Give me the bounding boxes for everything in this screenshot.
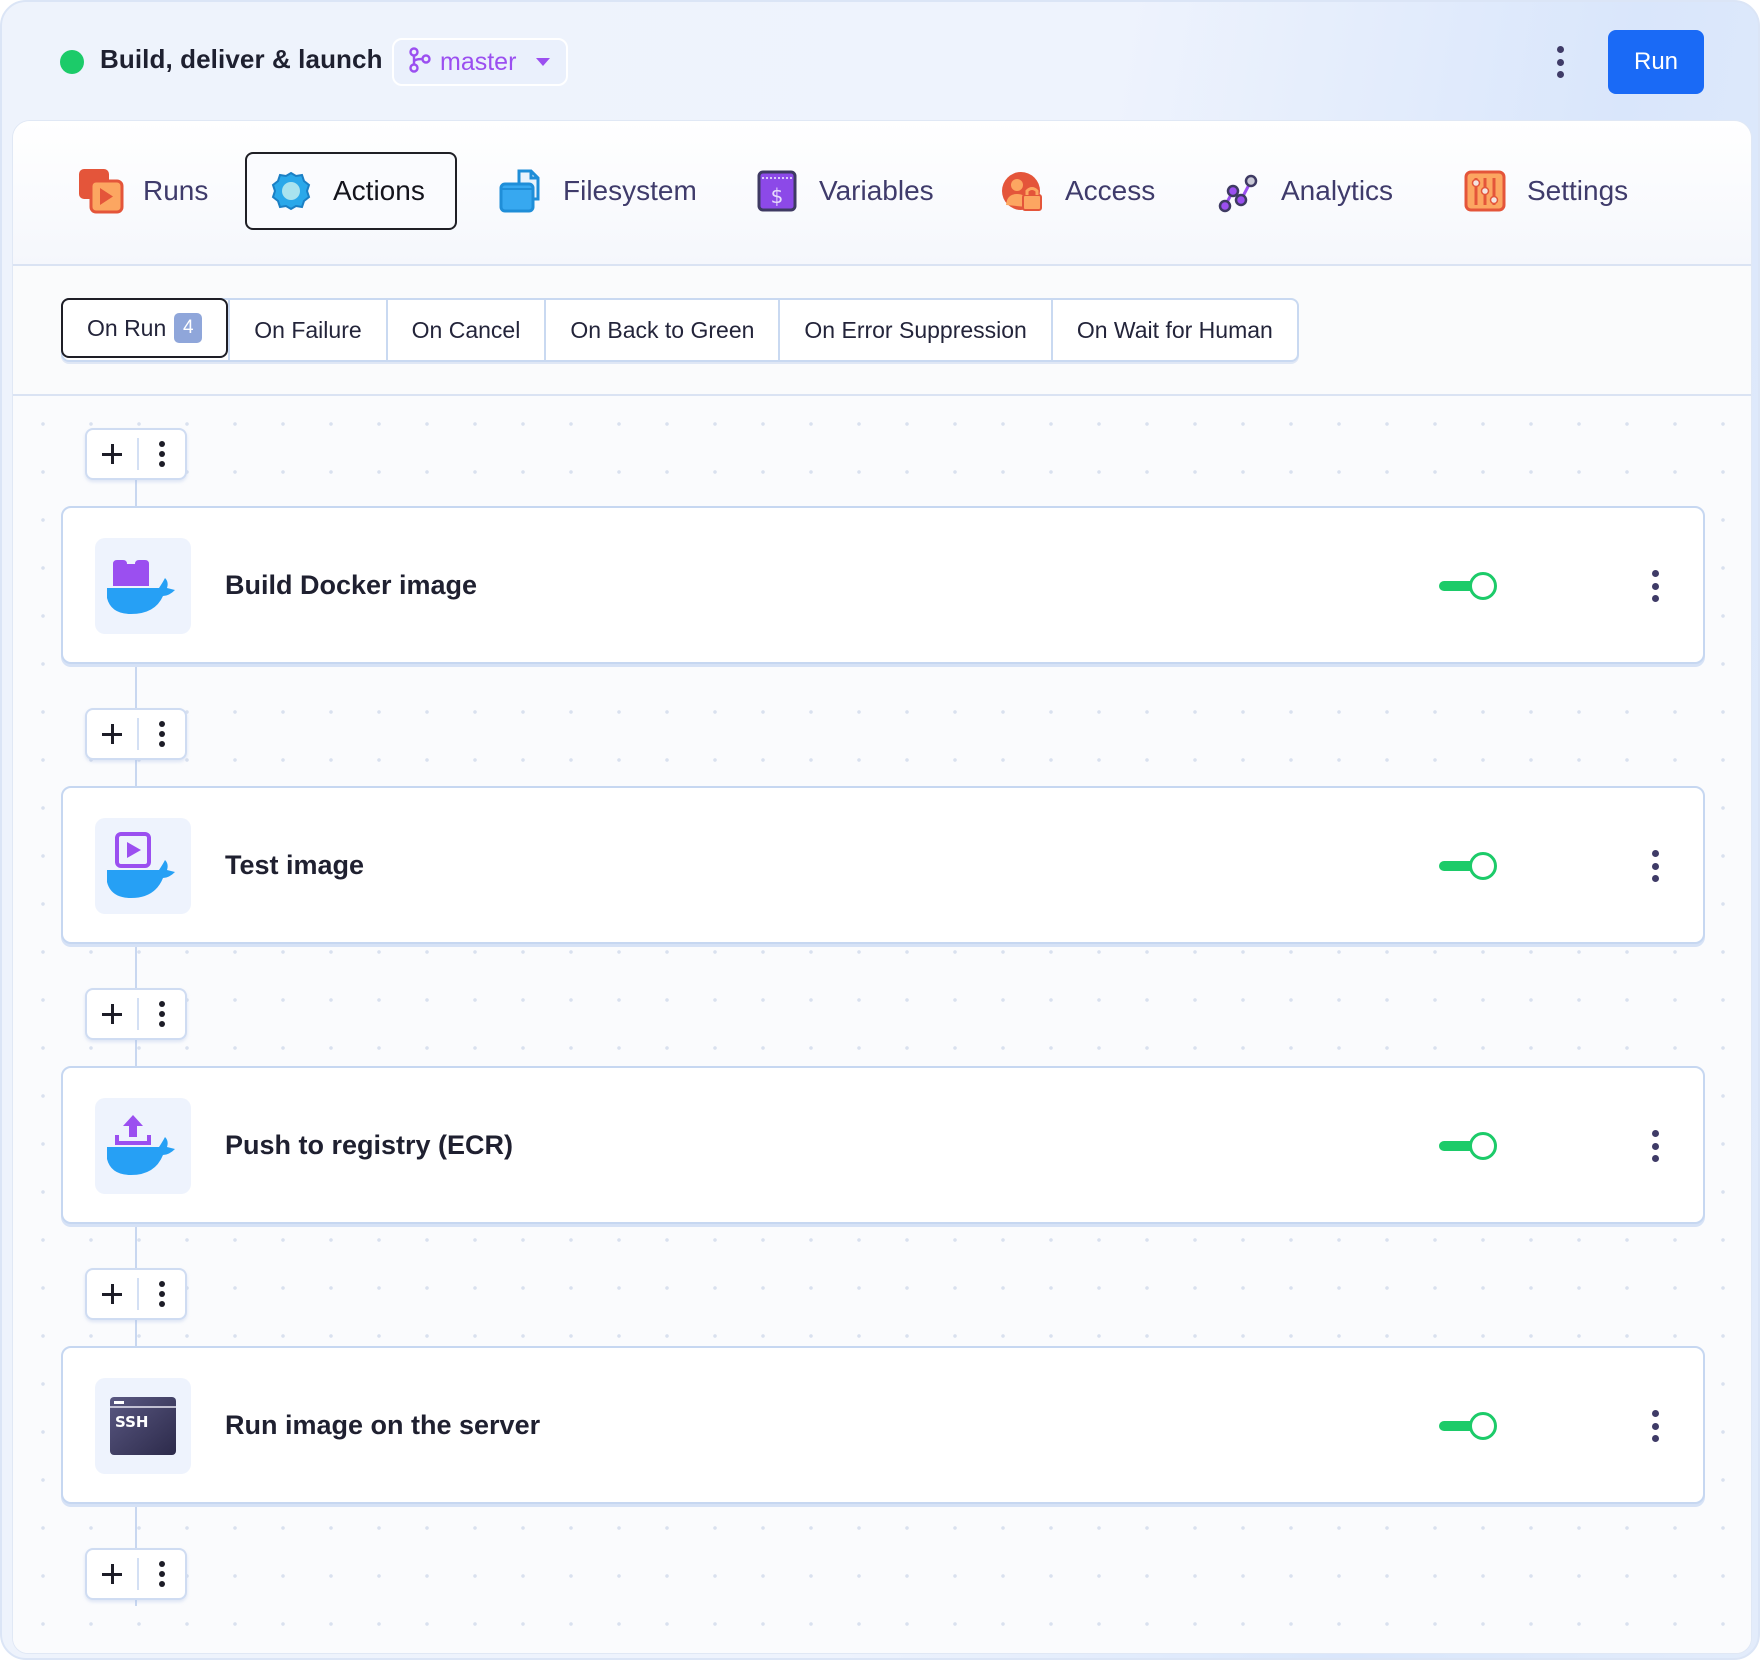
plus-icon bbox=[102, 724, 122, 744]
insert-more-button[interactable] bbox=[139, 430, 185, 478]
tab-on-back-to-green[interactable]: On Back to Green bbox=[544, 300, 778, 360]
add-action-button[interactable] bbox=[87, 710, 137, 758]
insert-action-controls bbox=[85, 988, 187, 1040]
action-more-button[interactable] bbox=[1645, 846, 1665, 886]
nav-item-label: Filesystem bbox=[563, 175, 697, 206]
action-enabled-toggle[interactable] bbox=[1439, 1410, 1499, 1442]
tab-on-error-suppression[interactable]: On Error Suppression bbox=[778, 300, 1050, 360]
insert-action-controls bbox=[85, 1548, 187, 1600]
insert-action-controls bbox=[85, 708, 187, 760]
svg-text:$: $ bbox=[771, 184, 784, 208]
nav-item-filesystem[interactable]: Filesystem bbox=[477, 152, 717, 230]
app-window: Build, deliver & launch master Run Runs … bbox=[0, 0, 1760, 1660]
action-enabled-toggle[interactable] bbox=[1439, 570, 1499, 602]
section-nav: Runs Actions Filesystem $ Variables Acce… bbox=[13, 121, 1751, 266]
docker-push-icon bbox=[95, 1098, 191, 1194]
tab-label: On Error Suppression bbox=[804, 316, 1027, 343]
variables-dollar-icon: $ bbox=[753, 167, 801, 215]
add-action-button[interactable] bbox=[87, 1270, 137, 1318]
branch-name: master bbox=[440, 47, 517, 76]
action-more-button[interactable] bbox=[1645, 1406, 1665, 1446]
action-name[interactable]: Test image bbox=[225, 788, 364, 942]
tab-on-cancel[interactable]: On Cancel bbox=[385, 300, 545, 360]
runs-icon bbox=[77, 167, 125, 215]
trigger-tabs: On Run 4 On Failure On Cancel On Back to… bbox=[61, 298, 1299, 362]
nav-item-settings[interactable]: Settings bbox=[1441, 152, 1648, 230]
tab-label: On Wait for Human bbox=[1076, 316, 1273, 343]
git-branch-icon bbox=[408, 46, 432, 78]
action-card[interactable]: Push to registry (ECR) bbox=[61, 1066, 1705, 1224]
action-count-badge: 4 bbox=[174, 313, 203, 343]
action-more-button[interactable] bbox=[1645, 566, 1665, 606]
nav-item-runs[interactable]: Runs bbox=[57, 152, 228, 230]
plus-icon bbox=[102, 444, 122, 464]
run-button[interactable]: Run bbox=[1608, 30, 1704, 94]
action-card[interactable]: Test image bbox=[61, 786, 1705, 944]
trigger-tabs-area: On Run 4 On Failure On Cancel On Back to… bbox=[13, 266, 1751, 396]
chevron-down-icon bbox=[536, 58, 551, 66]
nav-item-label: Access bbox=[1065, 175, 1156, 206]
plus-icon bbox=[102, 1564, 122, 1584]
nav-item-label: Settings bbox=[1527, 175, 1629, 206]
branch-selector[interactable]: master bbox=[392, 38, 568, 86]
action-enabled-toggle[interactable] bbox=[1439, 1130, 1499, 1162]
action-name[interactable]: Run image on the server bbox=[225, 1348, 540, 1502]
tab-label: On Run bbox=[87, 314, 167, 341]
insert-more-button[interactable] bbox=[139, 1270, 185, 1318]
nav-item-analytics[interactable]: Analytics bbox=[1195, 152, 1413, 230]
action-name[interactable]: Build Docker image bbox=[225, 508, 477, 662]
tab-label: On Cancel bbox=[411, 316, 521, 343]
action-name[interactable]: Push to registry (ECR) bbox=[225, 1068, 513, 1222]
docker-test-icon bbox=[95, 818, 191, 914]
more-options-button[interactable] bbox=[1550, 42, 1570, 82]
access-user-lock-icon bbox=[999, 167, 1047, 215]
nav-item-label: Runs bbox=[143, 175, 209, 206]
pipeline-title: Build, deliver & launch bbox=[100, 44, 383, 74]
tab-on-wait-for-human[interactable]: On Wait for Human bbox=[1050, 300, 1297, 360]
tab-label: On Back to Green bbox=[570, 316, 755, 343]
action-more-button[interactable] bbox=[1645, 1126, 1665, 1166]
plus-icon bbox=[102, 1284, 122, 1304]
insert-action-controls bbox=[85, 1268, 187, 1320]
add-action-button[interactable] bbox=[87, 1550, 137, 1598]
nav-item-variables[interactable]: $ Variables bbox=[733, 152, 954, 230]
tab-label: On Failure bbox=[254, 316, 362, 343]
insert-more-button[interactable] bbox=[139, 710, 185, 758]
filesystem-icon bbox=[497, 167, 545, 215]
plus-icon bbox=[102, 1004, 122, 1024]
analytics-icon bbox=[1215, 167, 1263, 215]
pipeline-header: Build, deliver & launch master Run bbox=[2, 2, 1758, 120]
action-card[interactable]: Build Docker image bbox=[61, 506, 1705, 664]
insert-action-controls bbox=[85, 428, 187, 480]
nav-item-access[interactable]: Access bbox=[979, 152, 1175, 230]
svg-text:SSH: SSH bbox=[115, 1413, 149, 1431]
tab-on-run[interactable]: On Run 4 bbox=[61, 298, 229, 358]
actions-gear-icon bbox=[267, 167, 315, 215]
main-panel: Runs Actions Filesystem $ Variables Acce… bbox=[12, 120, 1752, 1654]
settings-sliders-icon bbox=[1461, 167, 1509, 215]
add-action-button[interactable] bbox=[87, 430, 137, 478]
insert-more-button[interactable] bbox=[139, 990, 185, 1038]
add-action-button[interactable] bbox=[87, 990, 137, 1038]
ssh-terminal-icon: SSH bbox=[95, 1378, 191, 1474]
actions-canvas: Build Docker image Test image Push to re… bbox=[13, 396, 1751, 1653]
tab-on-failure[interactable]: On Failure bbox=[228, 300, 385, 360]
docker-build-icon bbox=[95, 538, 191, 634]
status-indicator bbox=[60, 50, 84, 74]
nav-item-actions[interactable]: Actions bbox=[245, 152, 457, 230]
nav-item-label: Analytics bbox=[1281, 175, 1394, 206]
action-enabled-toggle[interactable] bbox=[1439, 850, 1499, 882]
insert-more-button[interactable] bbox=[139, 1550, 185, 1598]
nav-item-label: Variables bbox=[819, 175, 934, 206]
action-card[interactable]: SSH Run image on the server bbox=[61, 1346, 1705, 1504]
nav-item-label: Actions bbox=[333, 175, 425, 206]
